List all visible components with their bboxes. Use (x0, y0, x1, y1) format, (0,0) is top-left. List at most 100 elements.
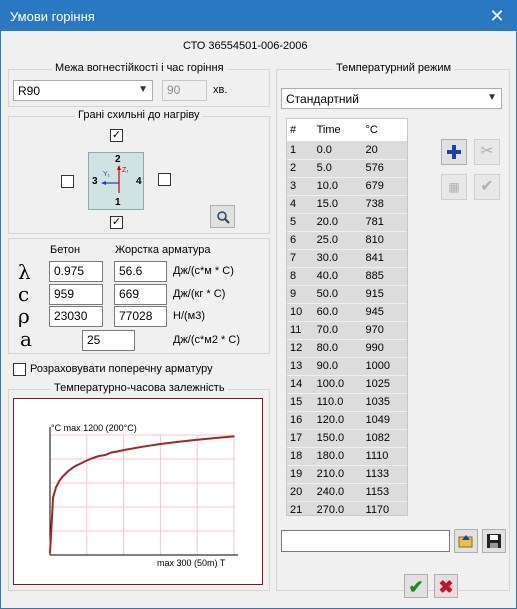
row-time-cell[interactable]: 210.0 (313, 465, 363, 484)
row-temp-cell[interactable]: 1025 (362, 375, 407, 394)
table-row[interactable]: 3 10.0 679 (287, 177, 407, 196)
save-file-button[interactable] (482, 529, 506, 553)
row-index-cell[interactable]: 8 (287, 267, 314, 286)
table-row[interactable]: 19 210.0 1133 (287, 465, 407, 484)
row-time-cell[interactable]: 25.0 (313, 231, 363, 250)
row-index-cell[interactable]: 12 (287, 339, 314, 358)
ok-button[interactable]: ✔ (404, 574, 428, 598)
row-temp-cell[interactable]: 810 (362, 231, 407, 250)
row-index-cell[interactable]: 9 (287, 285, 314, 304)
row-time-cell[interactable]: 0.0 (313, 141, 363, 160)
row-index-cell[interactable]: 18 (287, 447, 314, 466)
row-index-cell[interactable]: 21 (287, 501, 314, 515)
table-row[interactable]: 4 15.0 738 (287, 195, 407, 214)
a-field[interactable]: 25 (82, 330, 135, 351)
rebar-lambda-field[interactable]: 56.6 (114, 261, 167, 282)
table-row[interactable]: 2 5.0 576 (287, 159, 407, 178)
add-row-button[interactable] (441, 139, 467, 165)
col-index-header[interactable]: # (287, 119, 314, 141)
row-temp-cell[interactable]: 1082 (362, 429, 407, 448)
table-row[interactable]: 17 150.0 1082 (287, 429, 407, 448)
row-index-cell[interactable]: 19 (287, 465, 314, 484)
row-time-cell[interactable]: 60.0 (313, 303, 363, 322)
row-time-cell[interactable]: 270.0 (313, 501, 363, 515)
row-index-cell[interactable]: 10 (287, 303, 314, 322)
row-time-cell[interactable]: 120.0 (313, 411, 363, 430)
face-4-checkbox[interactable] (158, 173, 171, 186)
table-row[interactable]: 8 40.0 885 (287, 267, 407, 286)
row-time-cell[interactable]: 110.0 (313, 393, 363, 412)
row-time-cell[interactable]: 5.0 (313, 159, 363, 178)
table-row[interactable]: 18 180.0 1110 (287, 447, 407, 466)
row-temp-cell[interactable]: 1110 (362, 447, 407, 466)
row-index-cell[interactable]: 17 (287, 429, 314, 448)
row-temp-cell[interactable]: 885 (362, 267, 407, 286)
row-temp-cell[interactable]: 841 (362, 249, 407, 268)
concrete-lambda-field[interactable]: 0.975 (49, 261, 103, 282)
concrete-c-field[interactable]: 959 (49, 284, 103, 305)
apply-button[interactable]: ✔ (474, 174, 500, 200)
face-3-checkbox[interactable] (61, 175, 74, 188)
table-row[interactable]: 21 270.0 1170 (287, 501, 407, 515)
table-row[interactable]: 11 70.0 970 (287, 321, 407, 340)
open-file-button[interactable] (454, 529, 478, 553)
row-temp-cell[interactable]: 945 (362, 303, 407, 322)
row-temp-cell[interactable]: 1035 (362, 393, 407, 412)
row-time-cell[interactable]: 30.0 (313, 249, 363, 268)
minutes-field[interactable]: 90 (162, 80, 207, 101)
row-index-cell[interactable]: 1 (287, 141, 314, 160)
table-row[interactable]: 10 60.0 945 (287, 303, 407, 322)
row-time-cell[interactable]: 90.0 (313, 357, 363, 376)
rebar-rho-field[interactable]: 77028 (114, 306, 167, 327)
table-row[interactable]: 7 30.0 841 (287, 249, 407, 268)
row-temp-cell[interactable]: 1133 (362, 465, 407, 484)
table-row[interactable]: 9 50.0 915 (287, 285, 407, 304)
row-temp-cell[interactable]: 990 (362, 339, 407, 358)
temperature-table[interactable]: # Time °C 1 0.0 20 2 5.0 576 3 10.0 679 4 15.0 738 5… (286, 118, 408, 516)
row-index-cell[interactable]: 4 (287, 195, 314, 214)
file-path-field[interactable] (281, 530, 450, 552)
cut-button[interactable]: ✂ (474, 139, 500, 165)
row-time-cell[interactable]: 180.0 (313, 447, 363, 466)
table-row[interactable]: 12 80.0 990 (287, 339, 407, 358)
row-temp-cell[interactable]: 1153 (362, 483, 407, 502)
row-temp-cell[interactable]: 1170 (362, 501, 407, 515)
row-time-cell[interactable]: 70.0 (313, 321, 363, 340)
table-row[interactable]: 6 25.0 810 (287, 231, 407, 250)
row-temp-cell[interactable]: 781 (362, 213, 407, 232)
fire-limit-select[interactable]: R90 ▼ (13, 80, 153, 101)
row-temp-cell[interactable]: 20 (362, 141, 407, 160)
row-index-cell[interactable]: 14 (287, 375, 314, 394)
row-time-cell[interactable]: 10.0 (313, 177, 363, 196)
row-temp-cell[interactable]: 576 (362, 159, 407, 178)
row-temp-cell[interactable]: 915 (362, 285, 407, 304)
table-row[interactable]: 14 100.0 1025 (287, 375, 407, 394)
col-temp-header[interactable]: °C (362, 119, 407, 141)
face-2-checkbox[interactable]: ✓ (110, 129, 123, 142)
row-index-cell[interactable]: 11 (287, 321, 314, 340)
row-index-cell[interactable]: 13 (287, 357, 314, 376)
close-icon[interactable]: ✕ (486, 5, 508, 27)
table-row[interactable]: 20 240.0 1153 (287, 483, 407, 502)
zoom-button[interactable] (210, 205, 235, 228)
row-index-cell[interactable]: 2 (287, 159, 314, 178)
rebar-c-field[interactable]: 669 (114, 284, 167, 305)
cancel-button[interactable]: ✖ (434, 574, 458, 598)
row-time-cell[interactable]: 100.0 (313, 375, 363, 394)
table-row[interactable]: 16 120.0 1049 (287, 411, 407, 430)
row-time-cell[interactable]: 15.0 (313, 195, 363, 214)
calc-button[interactable]: ▦ (441, 174, 467, 200)
row-temp-cell[interactable]: 738 (362, 195, 407, 214)
row-time-cell[interactable]: 80.0 (313, 339, 363, 358)
row-time-cell[interactable]: 40.0 (313, 267, 363, 286)
face-1-checkbox[interactable]: ✓ (110, 216, 123, 229)
row-temp-cell[interactable]: 1000 (362, 357, 407, 376)
row-index-cell[interactable]: 3 (287, 177, 314, 196)
table-row[interactable]: 13 90.0 1000 (287, 357, 407, 376)
table-row[interactable]: 1 0.0 20 (287, 141, 407, 160)
row-time-cell[interactable]: 20.0 (313, 213, 363, 232)
row-index-cell[interactable]: 15 (287, 393, 314, 412)
temp-mode-select[interactable]: Стандартний ▼ (281, 88, 502, 109)
table-row[interactable]: 5 20.0 781 (287, 213, 407, 232)
row-time-cell[interactable]: 240.0 (313, 483, 363, 502)
